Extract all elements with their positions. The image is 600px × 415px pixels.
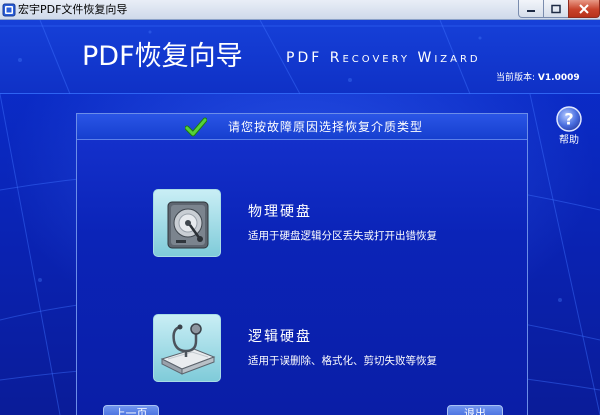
panel-title: 请您按故障原因选择恢复介质类型 — [228, 120, 424, 134]
exit-button[interactable]: 退出 — [447, 405, 503, 415]
app-icon — [2, 3, 16, 17]
hard-disk-icon — [167, 201, 209, 249]
option-physical-disk[interactable]: 物理硬盘 适用于硬盘逻辑分区丢失或打开出错恢复 — [153, 189, 513, 257]
minimize-button[interactable] — [518, 0, 544, 18]
panel-header: 请您按故障原因选择恢复介质类型 — [77, 114, 527, 140]
option-description: 适用于硬盘逻辑分区丢失或打开出错恢复 — [248, 230, 437, 242]
option-description: 适用于误删除、格式化、剪切失败等恢复 — [248, 355, 437, 367]
check-icon — [185, 117, 207, 137]
previous-button[interactable]: 上一页 — [103, 405, 159, 415]
app-title: PDF恢复向导 — [82, 41, 243, 72]
version-info: 当前版本: V1.0009 — [496, 73, 580, 84]
app-window: PDF恢复向导 PDF Recovery Wizard 当前版本: V1.000… — [0, 20, 600, 415]
maximize-icon — [551, 4, 561, 13]
app-subtitle: PDF Recovery Wizard — [286, 50, 481, 66]
disk-stethoscope-icon — [160, 323, 216, 375]
version-label: 当前版本: — [496, 73, 536, 83]
minimize-icon — [527, 9, 535, 12]
close-icon — [579, 3, 589, 14]
close-button[interactable] — [568, 0, 600, 18]
version-value: V1.0009 — [537, 73, 580, 83]
option-icon-box[interactable] — [153, 189, 221, 257]
option-title: 物理硬盘 — [248, 204, 312, 220]
help-label[interactable]: 帮助 — [556, 135, 582, 147]
maximize-button[interactable] — [543, 0, 569, 18]
window-title-bar: 宏宇PDF文件恢复向导 — [0, 0, 600, 20]
question-icon[interactable]: ? — [556, 106, 582, 132]
option-logical-disk[interactable]: 逻辑硬盘 适用于误删除、格式化、剪切失败等恢复 — [153, 314, 513, 382]
option-title: 逻辑硬盘 — [248, 329, 312, 345]
window-title: 宏宇PDF文件恢复向导 — [18, 3, 128, 16]
svg-text:?: ? — [564, 110, 573, 129]
media-selection-panel: 请您按故障原因选择恢复介质类型 物理硬盘 适用于硬盘逻辑分区丢失或打开出错恢复 — [76, 113, 528, 415]
option-icon-box[interactable] — [153, 314, 221, 382]
